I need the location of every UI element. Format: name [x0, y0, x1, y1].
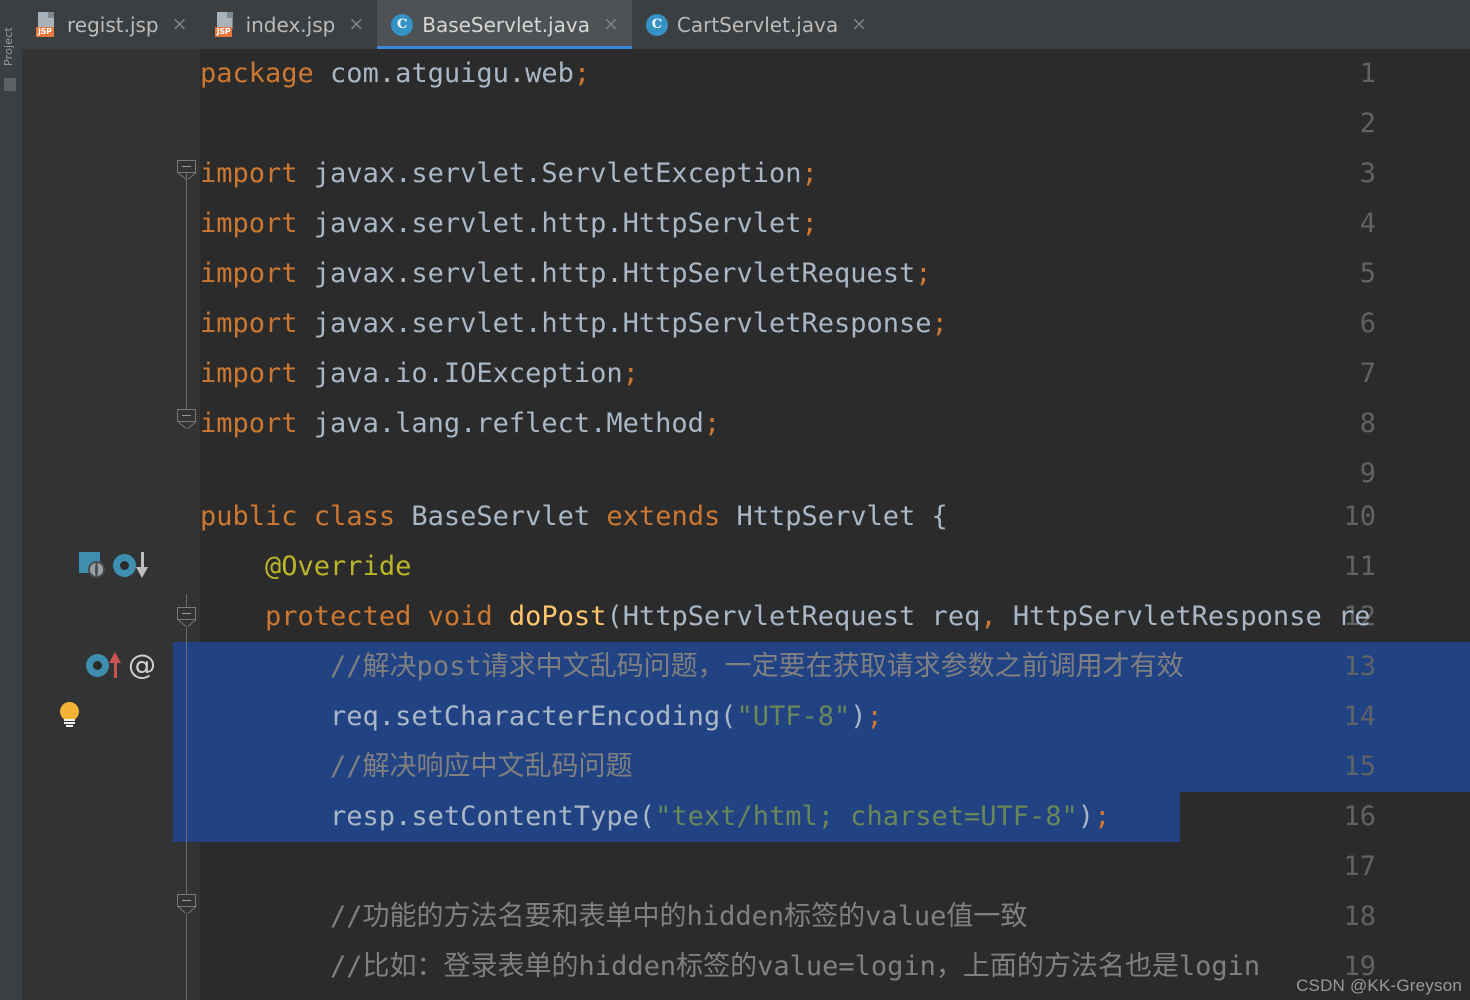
editor-tab-bar: JSP regist.jsp × JSP index.jsp × C BaseS…: [22, 0, 1470, 50]
line-number: 3: [1359, 158, 1376, 189]
fold-region-line-inner: [186, 914, 187, 1000]
left-toolwindow-strip: Project: [0, 0, 23, 1000]
tab-label: regist.jsp: [67, 12, 159, 37]
tab-index-jsp[interactable]: JSP index.jsp ×: [201, 0, 378, 49]
code-line-4: import javax.servlet.http.HttpServlet;: [200, 208, 818, 239]
code-line-5: import javax.servlet.http.HttpServletReq…: [200, 258, 932, 289]
tab-label: BaseServlet.java: [422, 12, 590, 37]
annotation-icon[interactable]: @: [128, 651, 156, 679]
implementing-method-icon[interactable]: [113, 554, 136, 577]
code-line-3: import javax.servlet.ServletException;: [200, 158, 818, 189]
line-number: 6: [1359, 308, 1376, 339]
line-number: 5: [1359, 258, 1376, 289]
arrow-down-icon[interactable]: [136, 552, 149, 578]
tab-label: CartServlet.java: [676, 12, 839, 37]
arrow-up-icon[interactable]: [109, 652, 122, 678]
servlet-mapping-icon[interactable]: [79, 552, 105, 578]
line-number: 13: [1343, 651, 1376, 682]
csdn-watermark: CSDN @KK-Greyson: [1296, 976, 1462, 995]
java-class-icon: C: [645, 13, 668, 36]
fold-marker-dopost[interactable]: [176, 607, 197, 627]
fold-marker-imports-start[interactable]: [176, 160, 197, 180]
line-number: 2: [1359, 108, 1376, 139]
fold-region-line-imports: [186, 165, 187, 420]
line-number: 8: [1359, 408, 1376, 439]
jsp-badge-label: JSP: [36, 27, 54, 37]
line-number: 17: [1343, 851, 1376, 882]
code-line-8: import java.lang.reflect.Method;: [200, 408, 721, 439]
tab-label: index.jsp: [245, 12, 336, 37]
line-number: 1: [1359, 58, 1376, 89]
toolwindow-marker: [4, 78, 16, 91]
code-line-6: import javax.servlet.http.HttpServletRes…: [200, 308, 948, 339]
idea-editor-window: Project JSP regist.jsp × JSP index.jsp ×…: [0, 0, 1470, 1000]
java-class-icon: C: [391, 13, 414, 36]
fold-marker-inner-block[interactable]: [176, 894, 197, 914]
line-number: 11: [1343, 551, 1376, 582]
line-number: 4: [1359, 208, 1376, 239]
code-editor[interactable]: 1 2 3 4 5 6 7 8 9 10 11 12 13 14 15 16 1…: [22, 49, 1470, 1000]
line-number: 18: [1343, 901, 1376, 932]
code-line-14: req.setCharacterEncoding("UTF-8");: [200, 701, 883, 732]
editor-gutter[interactable]: [22, 49, 174, 1000]
code-line-7: import java.io.IOException;: [200, 358, 639, 389]
code-line-18: //功能的方法名要和表单中的hidden标签的value值一致: [330, 901, 1028, 932]
code-line-15: //解决响应中文乱码问题: [330, 751, 633, 782]
close-icon[interactable]: ×: [603, 15, 619, 34]
close-icon[interactable]: ×: [851, 15, 867, 34]
tab-baseservlet-java[interactable]: C BaseServlet.java ×: [377, 0, 632, 49]
fold-region-line-method-body: [186, 627, 187, 897]
line-number: 15: [1343, 751, 1376, 782]
code-line-12: protected void doPost(HttpServletRequest…: [265, 601, 1371, 632]
code-line-19: //比如：登录表单的hidden标签的value=login，上面的方法名也是l…: [330, 951, 1261, 982]
line-number: 7: [1359, 358, 1376, 389]
code-line-10: public class BaseServlet extends HttpSer…: [200, 501, 948, 532]
jsp-badge-label: JSP: [214, 27, 233, 37]
jsp-file-icon: JSP: [214, 12, 237, 37]
fold-marker-imports-end[interactable]: [176, 409, 197, 429]
code-line-11: @Override: [265, 551, 412, 582]
tab-cartservlet-java[interactable]: C CartServlet.java ×: [632, 0, 880, 49]
code-line-1: package com.atguigu.web;: [200, 58, 591, 89]
tab-regist-jsp[interactable]: JSP regist.jsp ×: [22, 0, 201, 49]
line-number: 10: [1343, 501, 1376, 532]
code-line-16: resp.setContentType("text/html; charset=…: [200, 801, 1111, 832]
intention-bulb-icon[interactable]: [58, 702, 82, 730]
implemented-method-icon[interactable]: [86, 654, 109, 677]
close-icon[interactable]: ×: [172, 15, 188, 34]
code-line-13: //解决post请求中文乱码问题，一定要在获取请求参数之前调用才有效: [330, 651, 1184, 682]
line-number: 16: [1343, 801, 1376, 832]
close-icon[interactable]: ×: [348, 15, 364, 34]
line-number: 14: [1343, 701, 1376, 732]
project-toolwindow-button[interactable]: Project: [2, 6, 15, 66]
jsp-file-icon: JSP: [36, 12, 58, 37]
